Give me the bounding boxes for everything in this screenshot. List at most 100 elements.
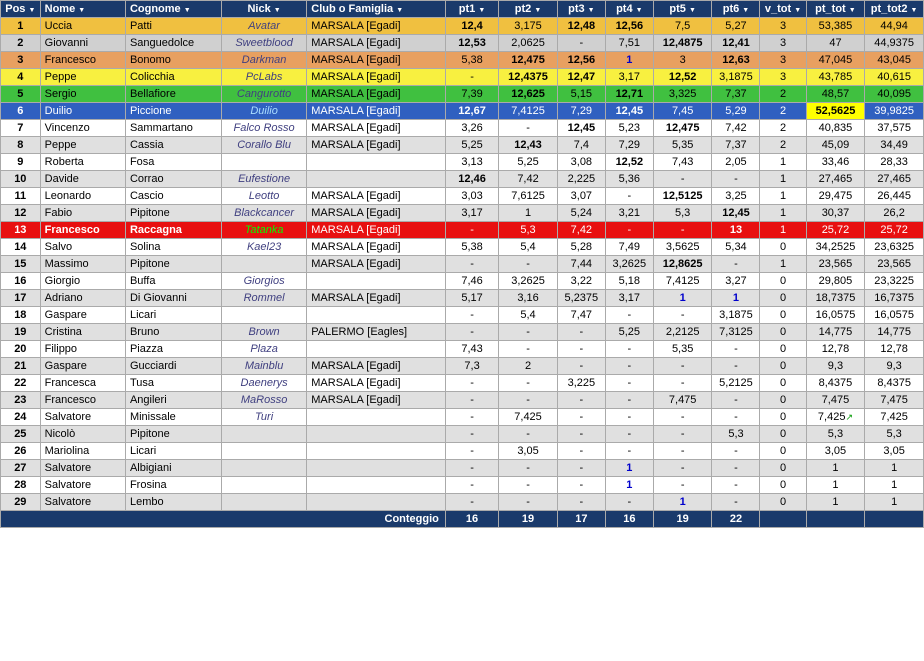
cell-pt5: 12,8625 [653,256,712,273]
cell-vtot: 0 [760,239,806,256]
cell-pt1: 7,39 [445,86,498,103]
header-pttot2[interactable]: pt_tot2 [865,1,924,18]
cell-pt1: - [445,375,498,392]
cell-pt6: 3,1875 [712,69,760,86]
cell-nome: Roberta [40,154,125,171]
cell-pt6: 12,63 [712,52,760,69]
cell-pt5: 1 [653,290,712,307]
cell-cognome: Minissale [125,409,221,426]
header-club[interactable]: Club o Famiglia [307,1,446,18]
cell-pt6: - [712,341,760,358]
cell-vtot: 0 [760,375,806,392]
cell-pt4: 3,17 [605,69,653,86]
cell-vtot: 0 [760,273,806,290]
cell-pt2: - [499,120,558,137]
cell-nick [221,307,306,324]
cell-pt1: 3,13 [445,154,498,171]
cell-pt3: 12,45 [557,120,605,137]
cell-club: MARSALA [Egadi] [307,375,446,392]
table-row: 6DuilioPiccioneDuilioMARSALA [Egadi]12,6… [1,103,924,120]
cell-nick: Eufestione [221,171,306,188]
cell-nome: Filippo [40,341,125,358]
header-pt1[interactable]: pt1 [445,1,498,18]
header-nome[interactable]: Nome [40,1,125,18]
cell-pttot: 1 [806,460,865,477]
cell-nome: Giovanni [40,35,125,52]
cell-nome: Mariolina [40,443,125,460]
cell-pttot2: 25,72 [865,222,924,239]
cell-pt2: 3,16 [499,290,558,307]
cell-pttot2: 14,775 [865,324,924,341]
cell-pt3: - [557,358,605,375]
header-nick[interactable]: Nick [221,1,306,18]
cell-pttot2: 12,78 [865,341,924,358]
header-pos[interactable]: Pos [1,1,41,18]
cell-nick: Turi [221,409,306,426]
cell-vtot: 0 [760,324,806,341]
cell-nome: Massimo [40,256,125,273]
cell-pt4: 7,49 [605,239,653,256]
cell-pttot2: 40,095 [865,86,924,103]
cell-pt4: - [605,358,653,375]
cell-nick: Giorgios [221,273,306,290]
cell-pttot: 1 [806,494,865,511]
cell-pttot: 5,3 [806,426,865,443]
header-pt5[interactable]: pt5 [653,1,712,18]
cell-pttot2: 1 [865,494,924,511]
cell-pt5: - [653,307,712,324]
cell-vtot: 3 [760,35,806,52]
table-row: 4PeppeColicchiaPcLabsMARSALA [Egadi]-12,… [1,69,924,86]
cell-pt2: 5,3 [499,222,558,239]
cell-nome: Francesco [40,52,125,69]
header-cognome[interactable]: Cognome [125,1,221,18]
cell-pt5: 12,52 [653,69,712,86]
cell-pttot: 30,37 [806,205,865,222]
cell-pt2: 3,05 [499,443,558,460]
cell-pttot2: 27,465 [865,171,924,188]
cell-cognome: Pipitone [125,205,221,222]
cell-pttot2: 28,33 [865,154,924,171]
cell-club: MARSALA [Egadi] [307,239,446,256]
cell-pt6: - [712,171,760,188]
cell-pttot: 40,835 [806,120,865,137]
cell-pt1: 7,43 [445,341,498,358]
header-pt2[interactable]: pt2 [499,1,558,18]
cell-vtot: 1 [760,205,806,222]
cell-pttot: 18,7375 [806,290,865,307]
table-row: 14SalvoSolinaKael23MARSALA [Egadi]5,385,… [1,239,924,256]
cell-pos: 6 [1,103,41,120]
footer-pttot [806,511,865,528]
cell-nome: Cristina [40,324,125,341]
cell-pt2: 3,2625 [499,273,558,290]
cell-pt3: 12,48 [557,18,605,35]
cell-club: MARSALA [Egadi] [307,358,446,375]
header-pttot[interactable]: pt_tot [806,1,865,18]
header-pt4[interactable]: pt4 [605,1,653,18]
cell-pt4: - [605,409,653,426]
cell-vtot: 0 [760,358,806,375]
cell-pttot: 25,72 [806,222,865,239]
cell-pt2: 7,425 [499,409,558,426]
cell-club [307,154,446,171]
cell-pt1: 3,26 [445,120,498,137]
table-row: 28SalvatoreFrosina---1--011 [1,477,924,494]
header-vtot[interactable]: v_tot [760,1,806,18]
cell-pt4: - [605,375,653,392]
cell-cognome: Angileri [125,392,221,409]
table-row: 21GaspareGucciardiMainbluMARSALA [Egadi]… [1,358,924,375]
cell-pt1: - [445,409,498,426]
cell-pt2: 5,4 [499,307,558,324]
cell-pt3: 7,4 [557,137,605,154]
cell-pt1: - [445,443,498,460]
cell-cognome: Cascio [125,188,221,205]
cell-nome: Gaspare [40,358,125,375]
cell-club: MARSALA [Egadi] [307,52,446,69]
header-pt6[interactable]: pt6 [712,1,760,18]
cell-cognome: Raccagna [125,222,221,239]
cell-pt1: - [445,426,498,443]
cell-pt4: 3,17 [605,290,653,307]
cell-pt3: - [557,460,605,477]
cell-vtot: 0 [760,494,806,511]
cell-pt5: 12,4875 [653,35,712,52]
header-pt3[interactable]: pt3 [557,1,605,18]
